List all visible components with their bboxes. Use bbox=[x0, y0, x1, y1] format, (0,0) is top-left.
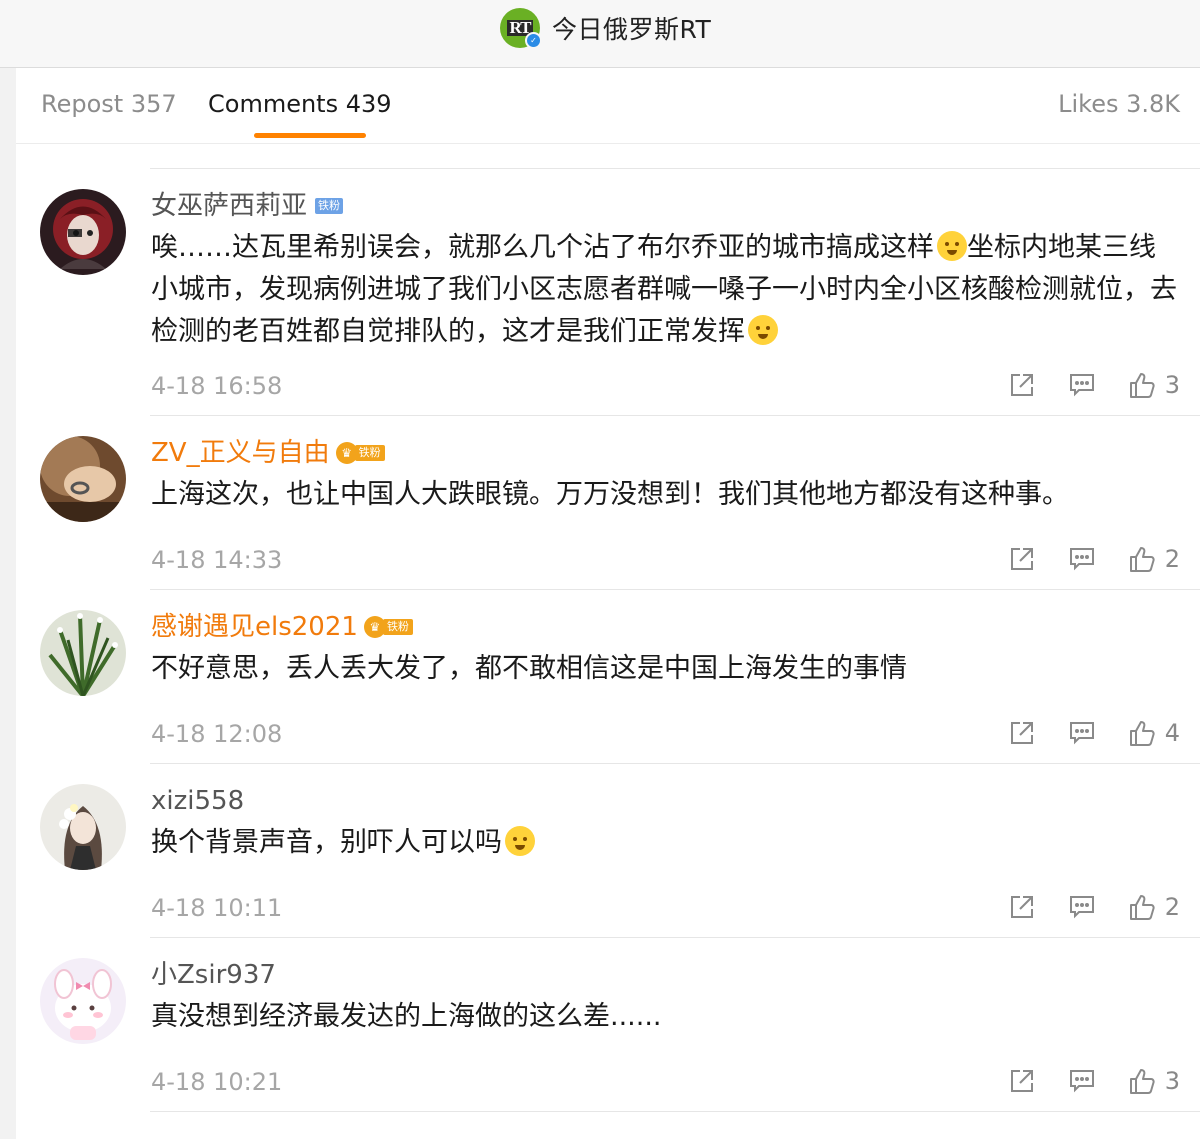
comment-text: 唉……达瓦里希别误会，就那么几个沾了布尔乔亚的城市搞成这样 坐标内地某三线小城市，… bbox=[151, 227, 1180, 353]
comment-actions: 2 bbox=[1009, 893, 1180, 921]
account-header[interactable]: RT ✓ 今日俄罗斯RT bbox=[500, 8, 712, 49]
comment-time: 4-18 10:21 bbox=[151, 1068, 283, 1096]
shush-emoji-icon bbox=[505, 826, 535, 856]
comment-username[interactable]: 小Zsir937 bbox=[151, 958, 1180, 992]
username-text: xizi558 bbox=[151, 786, 245, 816]
comment-username[interactable]: ZV_正义与自由 ♛ 铁粉 bbox=[151, 436, 1180, 470]
like-count: 4 bbox=[1164, 719, 1180, 747]
comments-panel: Repost 357 Comments 439 Likes 3.8K 女巫萨西莉… bbox=[16, 68, 1200, 1139]
tab-comments[interactable]: Comments 439 bbox=[208, 90, 392, 118]
share-icon bbox=[1010, 374, 1033, 396]
username-text: ZV_正义与自由 bbox=[151, 438, 330, 468]
fan-badge-label: 铁粉 bbox=[354, 445, 385, 461]
avatar[interactable] bbox=[40, 189, 126, 275]
rt-logo: RT ✓ bbox=[500, 8, 542, 49]
fan-badge-label: 铁粉 bbox=[382, 619, 413, 635]
share-button[interactable] bbox=[1009, 1068, 1035, 1094]
fan-badge: 铁粉 bbox=[315, 198, 344, 214]
comment-item: 感谢遇见els2021 ♛ 铁粉 不好意思，丢人丢大发了，都不敢相信这是中国上海发… bbox=[16, 590, 1200, 764]
comment-icon bbox=[1069, 548, 1094, 571]
comment-text: 换个背景声音，别吓人可以吗 bbox=[151, 822, 1180, 864]
comment-meta: 4-18 12:08 4 bbox=[151, 717, 1180, 751]
comment-item: ZV_正义与自由 ♛ 铁粉 上海这次，也让中国人大跌眼镜。万万没想到！我们其他地方… bbox=[16, 416, 1200, 590]
username-text: 感谢遇见els2021 bbox=[151, 612, 358, 642]
reply-button[interactable] bbox=[1069, 546, 1095, 572]
comment-username[interactable]: 女巫萨西莉亚 铁粉 bbox=[151, 189, 1180, 223]
avatar[interactable] bbox=[40, 436, 126, 522]
comment-time: 4-18 16:58 bbox=[151, 372, 283, 400]
tab-likes[interactable]: Likes 3.8K bbox=[1058, 90, 1180, 118]
like-button[interactable]: 2 bbox=[1129, 893, 1180, 921]
share-button[interactable] bbox=[1009, 372, 1035, 398]
fan-badge: ♛ 铁粉 bbox=[335, 442, 385, 464]
like-button[interactable]: 3 bbox=[1129, 371, 1180, 399]
comment-username[interactable]: 感谢遇见els2021 ♛ 铁粉 bbox=[151, 610, 1180, 644]
reply-button[interactable] bbox=[1069, 720, 1095, 746]
comment-username[interactable]: xizi558 bbox=[151, 784, 1180, 818]
comment-meta: 4-18 10:11 2 bbox=[151, 891, 1180, 925]
comment-actions: 3 bbox=[1009, 1067, 1180, 1095]
share-icon bbox=[1010, 722, 1033, 744]
reply-button[interactable] bbox=[1069, 372, 1095, 398]
account-name: 今日俄罗斯RT bbox=[552, 15, 712, 44]
comment-text-part: 换个背景声音，别吓人可以吗 bbox=[151, 827, 502, 858]
divider bbox=[150, 1111, 1200, 1112]
like-button[interactable]: 3 bbox=[1129, 1067, 1180, 1095]
like-count: 3 bbox=[1164, 1067, 1180, 1095]
username-text: 女巫萨西莉亚 bbox=[151, 191, 308, 221]
thumbs-up-icon bbox=[1129, 1069, 1155, 1094]
tab-repost[interactable]: Repost 357 bbox=[41, 90, 177, 118]
like-button[interactable]: 4 bbox=[1129, 719, 1180, 747]
comment-actions: 2 bbox=[1009, 545, 1180, 573]
verified-badge-icon: ✓ bbox=[525, 32, 542, 49]
comment-text: 上海这次，也让中国人大跌眼镜。万万没想到！我们其他地方都没有这种事。 bbox=[151, 479, 1069, 510]
avatar[interactable] bbox=[40, 784, 126, 870]
laughing-crying-emoji-icon bbox=[937, 231, 967, 261]
share-icon bbox=[1010, 896, 1033, 918]
comment-time: 4-18 10:11 bbox=[151, 894, 283, 922]
avatar[interactable] bbox=[40, 958, 126, 1044]
active-tab-indicator bbox=[254, 133, 366, 138]
comment-text: 真没想到经济最发达的上海做的这么差...... bbox=[151, 1001, 662, 1032]
comment-meta: 4-18 10:21 3 bbox=[151, 1065, 1180, 1099]
comment-actions: 3 bbox=[1009, 371, 1180, 399]
comment-icon bbox=[1069, 374, 1094, 397]
comment-list: 女巫萨西莉亚 铁粉 唉……达瓦里希别误会，就那么几个沾了布尔乔亚的城市搞成这样坐… bbox=[16, 144, 1200, 1112]
thumbs-up-icon bbox=[1129, 895, 1155, 920]
thumbs-up-icon bbox=[1129, 721, 1155, 746]
like-count: 2 bbox=[1164, 893, 1180, 921]
comment-icon bbox=[1069, 722, 1094, 745]
comment-icon bbox=[1069, 1070, 1094, 1093]
comment-icon bbox=[1069, 896, 1094, 919]
comment-meta: 4-18 16:58 3 bbox=[151, 369, 1180, 403]
comment-item: xizi558 换个背景声音，别吓人可以吗 4-18 10:11 2 bbox=[16, 764, 1200, 938]
like-count: 3 bbox=[1164, 371, 1180, 399]
crying-emoji-icon bbox=[748, 315, 778, 345]
share-icon bbox=[1010, 1070, 1033, 1092]
previous-comment-peek bbox=[150, 144, 1200, 169]
reply-button[interactable] bbox=[1069, 1068, 1095, 1094]
comment-time: 4-18 14:33 bbox=[151, 546, 283, 574]
username-text: 小Zsir937 bbox=[151, 960, 276, 990]
comment-time: 4-18 12:08 bbox=[151, 720, 283, 748]
comment-text-part: 唉……达瓦里希别误会，就那么几个沾了布尔乔亚的城市搞成这样 bbox=[151, 232, 934, 263]
thumbs-up-icon bbox=[1129, 547, 1155, 572]
like-count: 2 bbox=[1164, 545, 1180, 573]
share-icon bbox=[1010, 548, 1033, 570]
fan-badge: ♛ 铁粉 bbox=[363, 616, 413, 638]
comment-actions: 4 bbox=[1009, 719, 1180, 747]
comment-item: 女巫萨西莉亚 铁粉 唉……达瓦里希别误会，就那么几个沾了布尔乔亚的城市搞成这样坐… bbox=[16, 169, 1200, 416]
comment-item: 小Zsir937 真没想到经济最发达的上海做的这么差...... 4-18 10… bbox=[16, 938, 1200, 1112]
thumbs-up-icon bbox=[1129, 373, 1155, 398]
share-button[interactable] bbox=[1009, 546, 1035, 572]
share-button[interactable] bbox=[1009, 894, 1035, 920]
avatar[interactable] bbox=[40, 610, 126, 696]
top-bar: RT ✓ 今日俄罗斯RT bbox=[0, 0, 1200, 68]
tab-bar: Repost 357 Comments 439 Likes 3.8K bbox=[16, 68, 1200, 144]
comment-text: 不好意思，丢人丢大发了，都不敢相信这是中国上海发生的事情 bbox=[151, 653, 907, 684]
share-button[interactable] bbox=[1009, 720, 1035, 746]
comment-meta: 4-18 14:33 2 bbox=[151, 543, 1180, 577]
like-button[interactable]: 2 bbox=[1129, 545, 1180, 573]
reply-button[interactable] bbox=[1069, 894, 1095, 920]
